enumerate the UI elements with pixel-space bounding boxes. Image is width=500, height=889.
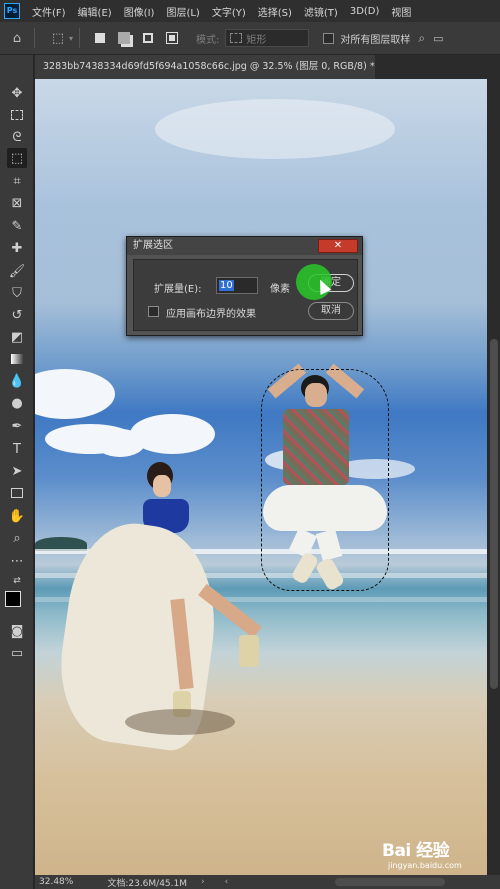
marquee-tool-icon[interactable]: ⬚ [47, 27, 69, 49]
sample-all-layers-label: 对所有图层取样 [340, 34, 411, 46]
menu-image[interactable]: 图像(I) [124, 4, 155, 19]
apply-canvas-bounds-checkbox[interactable] [148, 306, 159, 317]
apply-canvas-bounds-label: 应用画布边界的效果 [166, 309, 256, 320]
rectangular-marquee-icon[interactable] [7, 105, 27, 125]
chevron-right-icon[interactable]: › [201, 877, 205, 887]
new-selection-icon[interactable] [90, 28, 110, 48]
object-selection-icon[interactable]: ⬚ [7, 148, 27, 168]
photoshop-window: Ps 文件(F) 编辑(E) 图像(I) 图层(L) 文字(Y) 选择(S) 滤… [0, 0, 500, 889]
more-tools-icon[interactable]: ⋯ [7, 551, 27, 571]
cloud [155, 99, 395, 159]
expand-by-label: 扩展量(E): [154, 284, 202, 295]
eraser-icon[interactable]: ◩ [7, 327, 27, 347]
close-button[interactable]: ✕ [318, 239, 358, 253]
divider [79, 28, 81, 48]
app-logo: Ps [4, 3, 20, 19]
menu-layer[interactable]: 图层(L) [166, 4, 199, 19]
zoom-level[interactable]: 32.48% [39, 877, 73, 887]
selection-marquee [261, 369, 389, 591]
frame-tool-icon[interactable]: ⊠ [7, 193, 27, 213]
tools-panel: ✥ ᘓ ⬚ ⌗ ⊠ ✎ ✚ 🖌 ⛉ ↺ ◩ 💧 ● ✒ T ➤ ✋ ⌕ ⋯ ⇄ … [0, 55, 34, 889]
style-value: 矩形 [246, 34, 267, 46]
gradient-tool-icon[interactable] [7, 349, 27, 369]
move-tool-icon[interactable]: ✥ [7, 83, 27, 103]
expand-by-value: 10 [219, 280, 234, 291]
clone-stamp-icon[interactable]: ⛉ [7, 283, 27, 303]
path-selection-icon[interactable]: ➤ [7, 461, 27, 481]
unit-label: 像素 [270, 284, 290, 295]
swap-colors-icon[interactable]: ⇄ [7, 571, 27, 591]
menu-select[interactable]: 选择(S) [258, 4, 292, 19]
quick-mask-icon[interactable]: ◙ [7, 621, 27, 641]
baidu-watermark: Bai 经验 jingyan.baidu.com [382, 836, 492, 878]
foreground-color-swatch[interactable] [5, 591, 21, 607]
scroll-left-icon[interactable]: ‹ [225, 877, 229, 887]
home-icon[interactable]: ⌂ [6, 27, 28, 49]
image-canvas[interactable] [35, 79, 487, 875]
menu-file[interactable]: 文件(F) [32, 4, 66, 19]
menu-bar: Ps 文件(F) 编辑(E) 图像(I) 图层(L) 文字(Y) 选择(S) 滤… [0, 0, 500, 22]
dodge-tool-icon[interactable]: ● [7, 393, 27, 413]
intersect-selection-icon[interactable] [162, 28, 182, 48]
pen-tool-icon[interactable]: ✒ [7, 416, 27, 436]
chevron-down-icon[interactable]: ▾ [69, 34, 73, 43]
menu-view[interactable]: 视图 [391, 4, 411, 19]
healing-brush-icon[interactable]: ✚ [7, 238, 27, 258]
horizontal-scrollbar-thumb[interactable] [335, 878, 445, 886]
document-tab-bar: 3283bb7438334d69fd5f694a1058c66c.jpg @ 3… [35, 55, 500, 79]
style-label: 模式: [196, 34, 220, 46]
rectangle-icon [230, 33, 243, 43]
bride-face [153, 475, 171, 497]
sample-all-layers-checkbox[interactable] [323, 32, 335, 44]
document-tab[interactable]: 3283bb7438334d69fd5f694a1058c66c.jpg @ 3… [35, 55, 375, 79]
options-bar: ⌂ ⬚ ▾ 模式: 矩形 对所有图层取样 ⌕ ▭ [0, 22, 500, 55]
history-brush-icon[interactable]: ↺ [7, 305, 27, 325]
zoom-tool-icon[interactable]: ⌕ [7, 528, 27, 548]
menu-edit[interactable]: 编辑(E) [78, 4, 112, 19]
add-selection-icon[interactable] [114, 28, 134, 48]
screen-mode-icon[interactable]: ▭ [7, 643, 27, 663]
menu-filter[interactable]: 滤镜(T) [304, 4, 338, 19]
crop-tool-icon[interactable]: ⌗ [7, 171, 27, 191]
cloud [35, 369, 115, 419]
lasso-tool-icon[interactable]: ᘓ [7, 127, 27, 147]
cancel-button[interactable]: 取消 [308, 302, 354, 320]
workspace-icon[interactable]: ▭ [433, 32, 443, 45]
brush-tool-icon[interactable]: 🖌 [7, 261, 27, 281]
scrollbar-thumb[interactable] [490, 339, 498, 689]
style-select[interactable]: 矩形 [225, 29, 310, 47]
baidu-logo: Bai 经验 [382, 841, 450, 861]
watermark-url: jingyan.baidu.com [388, 861, 462, 870]
expand-by-input[interactable]: 10 [216, 277, 258, 294]
divider [34, 28, 35, 48]
shadow [125, 709, 235, 735]
hand-tool-icon[interactable]: ✋ [7, 506, 27, 526]
document-size: 文档:23.6M/45.1M [107, 878, 188, 889]
subtract-selection-icon[interactable] [138, 28, 158, 48]
search-icon[interactable]: ⌕ [418, 31, 425, 46]
type-tool-icon[interactable]: T [7, 439, 27, 459]
vertical-scrollbar[interactable] [488, 79, 500, 875]
rectangle-tool-icon[interactable] [7, 483, 27, 503]
bride-shoe [239, 635, 259, 667]
menu-type[interactable]: 文字(Y) [212, 4, 246, 19]
menu-3d[interactable]: 3D(D) [350, 6, 380, 17]
cloud [95, 429, 145, 457]
eyedropper-icon[interactable]: ✎ [7, 216, 27, 236]
blur-tool-icon[interactable]: 💧 [7, 371, 27, 391]
